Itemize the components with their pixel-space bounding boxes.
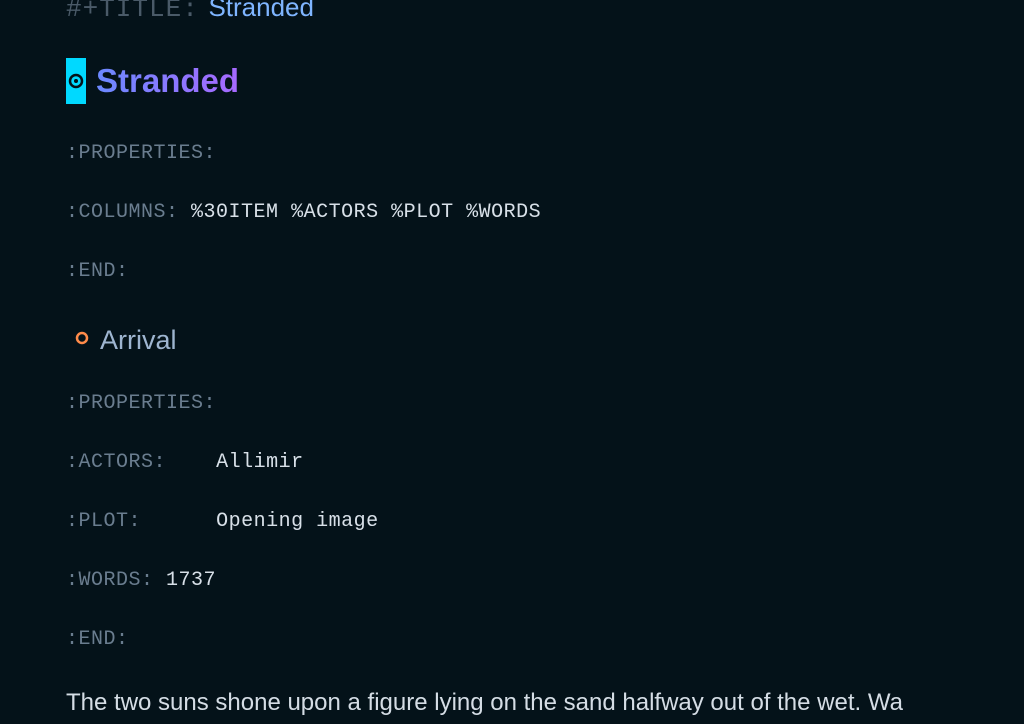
properties-open: :PROPERTIES: (66, 142, 1024, 165)
plot-property: :PLOT: Opening image (66, 510, 1024, 533)
columns-property: :COLUMNS: %30ITEM %ACTORS %PLOT %WORDS (66, 201, 1024, 224)
body-paragraph[interactable]: The two suns shone upon a figure lying o… (66, 689, 1024, 717)
properties-end: :END: (66, 260, 1024, 283)
actors-property: :ACTORS: Allimir (66, 451, 1024, 474)
heading-1[interactable]: Stranded (66, 58, 1024, 104)
title-keyword: #+TITLE: (66, 0, 199, 24)
fold-bullet-icon[interactable] (66, 58, 86, 104)
fold-bullet-icon[interactable] (74, 330, 90, 351)
title-value: Stranded (208, 0, 314, 22)
heading-2[interactable]: Arrival (74, 325, 1024, 356)
words-property: :WORDS: 1737 (66, 569, 1024, 592)
title-directive: #+TITLE: Stranded (66, 0, 1024, 24)
properties-open: :PROPERTIES: (66, 392, 1024, 415)
heading-1-text: Stranded (96, 62, 239, 100)
heading-2-text: Arrival (100, 325, 177, 356)
